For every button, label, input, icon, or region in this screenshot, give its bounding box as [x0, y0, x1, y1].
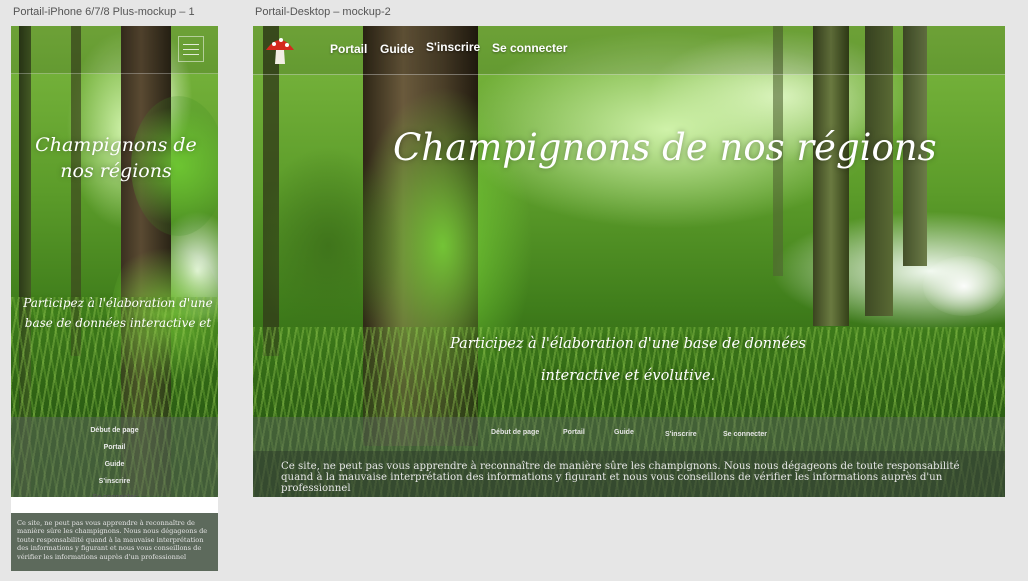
mobile-artboard-title: Portail-iPhone 6/7/8 Plus-mockup – 1: [13, 6, 195, 18]
footer-link-guide[interactable]: Guide: [614, 429, 634, 436]
footer-link-inscrire[interactable]: S'inscrire: [11, 478, 218, 485]
desktop-footer-nav: Début de page Portail Guide S'inscrire S…: [253, 417, 1005, 451]
hamburger-menu-icon[interactable]: [178, 36, 204, 62]
desktop-header: Portail Guide S'inscrire Se connecter: [253, 26, 1005, 75]
footer-link-portail[interactable]: Portail: [11, 444, 218, 451]
desktop-artboard-title: Portail-Desktop – mockup-2: [255, 6, 391, 18]
nav-guide[interactable]: Guide: [380, 42, 414, 56]
mobile-heading: Champignons de nos régions: [35, 134, 197, 182]
desktop-disclaimer: Ce site, ne peut pas vous apprendre à re…: [253, 451, 1005, 497]
footer-link-portail[interactable]: Portail: [563, 429, 585, 436]
footer-link-top[interactable]: Début de page: [11, 427, 218, 434]
desktop-mockup: Portail Guide S'inscrire Se connecter Ch…: [253, 26, 1005, 497]
mobile-header: [11, 26, 218, 74]
mobile-tagline: Participez à l'élaboration d'une base de…: [23, 296, 213, 330]
desktop-heading: Champignons de nos régions: [393, 126, 937, 169]
bright-patch: [923, 256, 1005, 316]
nav-inscrire[interactable]: S'inscrire: [426, 40, 480, 54]
nav-connecter[interactable]: Se connecter: [492, 41, 567, 55]
mobile-spacer: [11, 497, 218, 513]
footer-link-top[interactable]: Début de page: [491, 429, 539, 436]
mushroom-logo-icon[interactable]: [263, 32, 297, 66]
footer-link-connecter[interactable]: Se connecter: [723, 431, 767, 438]
mobile-disclaimer: Ce site, ne peut pas vous apprendre à re…: [11, 513, 218, 571]
desktop-tagline: Participez à l'élaboration d'une base de…: [450, 336, 806, 384]
mobile-footer-nav: Début de page Portail Guide S'inscrire S…: [11, 417, 218, 501]
footer-link-inscrire[interactable]: S'inscrire: [665, 431, 697, 438]
foliage: [253, 146, 403, 346]
footer-link-guide[interactable]: Guide: [11, 461, 218, 468]
nav-portail[interactable]: Portail: [330, 42, 367, 56]
